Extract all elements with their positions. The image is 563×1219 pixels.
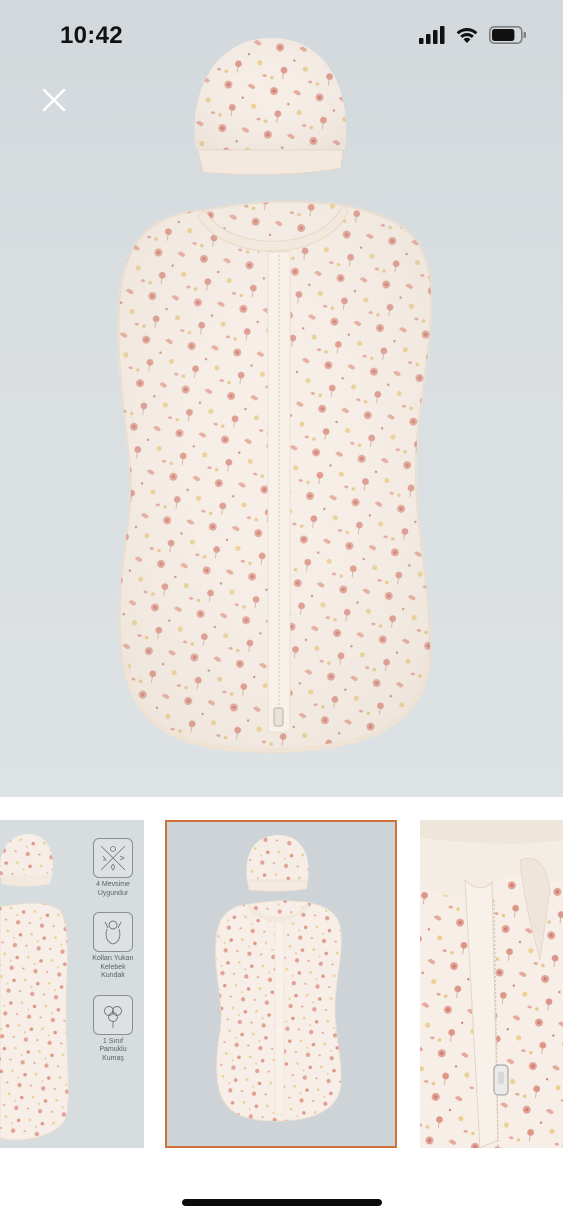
- battery-level-fill: [492, 29, 515, 41]
- home-indicator[interactable]: [182, 1199, 382, 1206]
- thumbnail-product-selected[interactable]: [165, 820, 397, 1148]
- feature-cotton-label: 1 Sınıf Pamuklu Kumaş: [99, 1037, 127, 1062]
- swaddle-baby-icon: [93, 912, 133, 952]
- wifi-icon: [455, 26, 479, 49]
- thumbnail-strip: 4 Mevsime Uygundur Kolları Yukarı Kelebe…: [0, 820, 563, 1150]
- thumbnail-zipper-photo: [420, 820, 563, 1148]
- close-button[interactable]: [38, 84, 70, 116]
- feature-seasons-label: 4 Mevsime Uygundur: [96, 881, 130, 897]
- thumbnail-product-photo: [215, 834, 342, 1122]
- feature-cotton: 1 Sınıf Pamuklu Kumaş: [93, 994, 133, 1064]
- thumbnail-features[interactable]: 4 Mevsime Uygundur Kolları Yukarı Kelebe…: [0, 820, 144, 1148]
- feature-list: 4 Mevsime Uygundur Kolları Yukarı Kelebe…: [90, 838, 136, 1077]
- cellular-signal-icon: [419, 26, 445, 49]
- swaddle-and-hat-photo: [117, 37, 433, 754]
- status-bar: 10:42: [0, 0, 563, 76]
- close-icon: [42, 88, 66, 112]
- feature-swaddle: Kolları Yukarı Kelebek Kundak: [92, 912, 134, 981]
- status-time: 10:42: [60, 22, 123, 49]
- battery-icon: [489, 26, 527, 49]
- feature-seasons: 4 Mevsime Uygundur: [93, 838, 133, 898]
- product-image-viewer: 10:42 4 Mevsime Uygundur Kolları Yukarı …: [0, 0, 563, 1219]
- cotton-flower-icon: [93, 994, 133, 1035]
- main-product-image[interactable]: 10:42: [0, 0, 563, 797]
- status-icons: [419, 26, 527, 49]
- four-seasons-icon: [93, 838, 133, 878]
- swaddle-image: [117, 200, 433, 754]
- feature-swaddle-label: Kolları Yukarı Kelebek Kundak: [92, 955, 134, 979]
- thumbnail-zipper-closeup[interactable]: [420, 820, 563, 1148]
